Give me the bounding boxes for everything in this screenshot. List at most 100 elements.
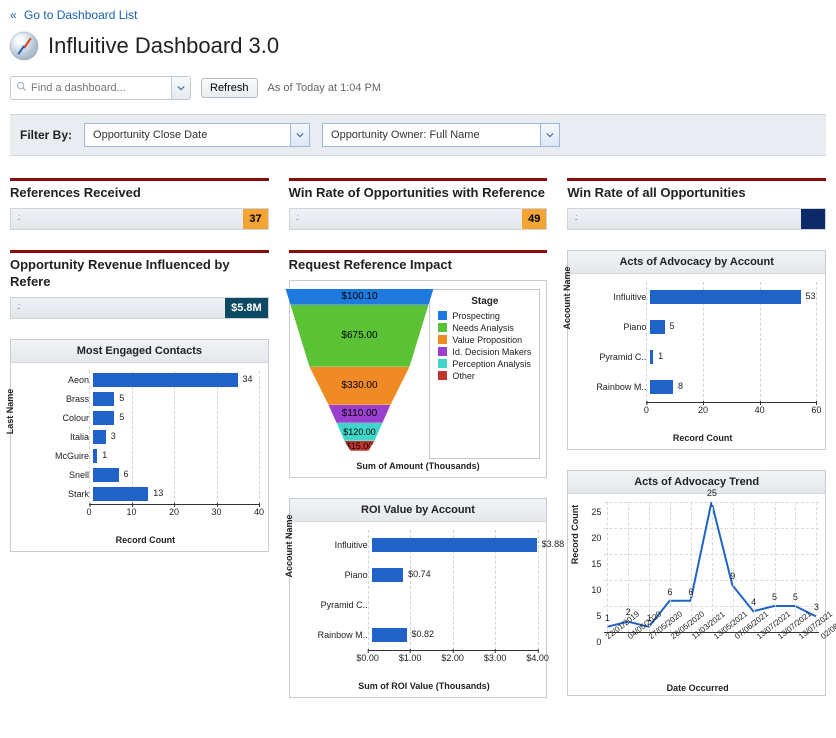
funnel-chart[interactable]: $100.10$675.00$330.00$110.00$120.00$15.0… [296, 289, 424, 459]
comp-title: Opportunity Revenue Influenced by Refere [10, 250, 269, 291]
bar-label: Pyramid C.. [308, 600, 372, 610]
bar-value: 1 [102, 450, 107, 460]
bar-label: Rainbow M.. [586, 382, 650, 392]
legend-label: Value Proposition [452, 335, 522, 345]
data-point-label: 3 [814, 602, 819, 612]
metric-bar[interactable]: ..: 37 [10, 208, 269, 230]
drag-handle-icon: ..: [574, 212, 584, 225]
bar[interactable] [93, 449, 97, 463]
legend-title: Stage [438, 296, 531, 307]
data-point-label: 5 [793, 592, 798, 602]
find-dashboard-caret[interactable] [171, 77, 190, 99]
x-axis-label: Record Count [29, 535, 262, 545]
data-point-label: 6 [688, 587, 693, 597]
bar[interactable] [93, 392, 114, 406]
back-link[interactable]: Go to Dashboard List [24, 8, 137, 22]
funnel-segment[interactable]: $675.00 [290, 305, 428, 367]
page-title: Influitive Dashboard 3.0 [48, 33, 279, 59]
bar[interactable] [650, 380, 673, 394]
filter-owner[interactable]: Opportunity Owner: Full Name [322, 123, 560, 147]
data-point-label: 4 [751, 597, 756, 607]
funnel-segment[interactable]: $120.00 [336, 423, 382, 441]
data-point-label: 5 [772, 592, 777, 602]
bar[interactable] [93, 373, 238, 387]
funnel-segment[interactable]: $110.00 [328, 405, 390, 423]
bar[interactable] [372, 628, 407, 642]
bar-row: Brass5 [29, 390, 262, 409]
bar-value: 5 [119, 393, 124, 403]
bar-row: Aeon34 [29, 371, 262, 390]
funnel-segment[interactable]: $100.10 [285, 289, 433, 305]
bar[interactable] [372, 538, 537, 552]
comp-roi: ROI Value by Account Account Name Influi… [289, 498, 548, 698]
metric-value: 49 [801, 209, 825, 229]
filter-close-date[interactable]: Opportunity Close Date [84, 123, 310, 147]
bar[interactable] [650, 350, 653, 364]
funnel-segment[interactable]: $15.00 [344, 441, 374, 451]
legend-swatch [438, 335, 447, 344]
metric-bar[interactable]: ..: 49 [289, 208, 548, 230]
breadcrumb: « Go to Dashboard List [10, 8, 826, 22]
chevron-down-icon[interactable] [290, 124, 309, 146]
bar-row: Snell6 [29, 466, 262, 485]
funnel-segment[interactable]: $330.00 [309, 367, 409, 405]
comp-trend: Acts of Advocacy Trend Record Count 0510… [567, 470, 826, 696]
dashboard-icon [10, 32, 38, 60]
legend-swatch [438, 347, 447, 356]
bar-label: Influitive [308, 540, 372, 550]
x-axis-label: Sum of ROI Value (Thousands) [308, 681, 541, 691]
data-point-label: 25 [707, 488, 717, 498]
filter-bar: Filter By: Opportunity Close Date Opport… [10, 114, 826, 156]
bar[interactable] [93, 487, 148, 501]
bar-value: 3 [111, 431, 116, 441]
data-point-label: 6 [668, 587, 673, 597]
bar-label: Piano [586, 322, 650, 332]
bar-row: Influitive53 [586, 282, 819, 312]
chart-area[interactable]: Influitive53Piano5Pyramid C..1Rainbow M.… [586, 282, 819, 431]
chart-area[interactable]: Aeon34Brass5Colour5Italia3McGuire1Snell6… [29, 371, 262, 533]
chart-title: Acts of Advocacy Trend [568, 471, 825, 494]
bar[interactable] [93, 468, 119, 482]
bar[interactable] [93, 411, 114, 425]
comp-winrate-ref: Win Rate of Opportunities with Reference… [289, 178, 548, 230]
data-point-label: 1 [605, 613, 610, 623]
bar-row: Italia3 [29, 428, 262, 447]
comp-title: Win Rate of Opportunities with Reference [289, 178, 548, 202]
y-axis-label: Account Name [284, 515, 294, 578]
bar-value: 34 [243, 374, 253, 384]
bar[interactable] [93, 430, 106, 444]
filter-by-label: Filter By: [20, 128, 72, 142]
legend-label: Other [452, 371, 475, 381]
as-of-label: As of Today at 1:04 PM [268, 82, 382, 94]
chart-area[interactable]: Influitive$3.88Piano$0.74Pyramid C..Rain… [308, 530, 541, 679]
legend-label: Perception Analysis [452, 359, 531, 369]
legend-label: Needs Analysis [452, 323, 514, 333]
drag-handle-icon: ..: [17, 212, 27, 225]
bar-label: Stark [29, 489, 93, 499]
comp-title: Request Reference Impact [289, 250, 548, 274]
funnel-caption: Sum of Amount (Thousands) [296, 461, 541, 471]
bar-value: 1 [658, 351, 663, 361]
legend-swatch [438, 311, 447, 320]
legend-swatch [438, 323, 447, 332]
chart-title: ROI Value by Account [290, 499, 547, 522]
bar[interactable] [372, 568, 403, 582]
search-icon [16, 81, 27, 95]
metric-bar[interactable]: ..: 49 [567, 208, 826, 230]
funnel-legend: Stage ProspectingNeeds AnalysisValue Pro… [429, 289, 540, 459]
metric-value: $5.8M [225, 298, 268, 318]
bar[interactable] [650, 290, 800, 304]
find-dashboard-input[interactable] [27, 78, 171, 98]
metric-bar[interactable]: ..: $5.8M [10, 297, 269, 319]
chevron-down-icon[interactable] [540, 124, 559, 146]
bar[interactable] [650, 320, 664, 334]
filter-owner-value: Opportunity Owner: Full Name [323, 129, 488, 141]
y-axis-label: Account Name [562, 267, 572, 330]
find-dashboard-combo[interactable] [10, 76, 191, 100]
bar-value: 6 [124, 469, 129, 479]
legend-item: Needs Analysis [438, 323, 531, 333]
bar-row: McGuire1 [29, 447, 262, 466]
x-axis-label: Record Count [586, 433, 819, 443]
refresh-button[interactable]: Refresh [201, 78, 258, 98]
bar-row: Pyramid C.. [308, 590, 541, 620]
